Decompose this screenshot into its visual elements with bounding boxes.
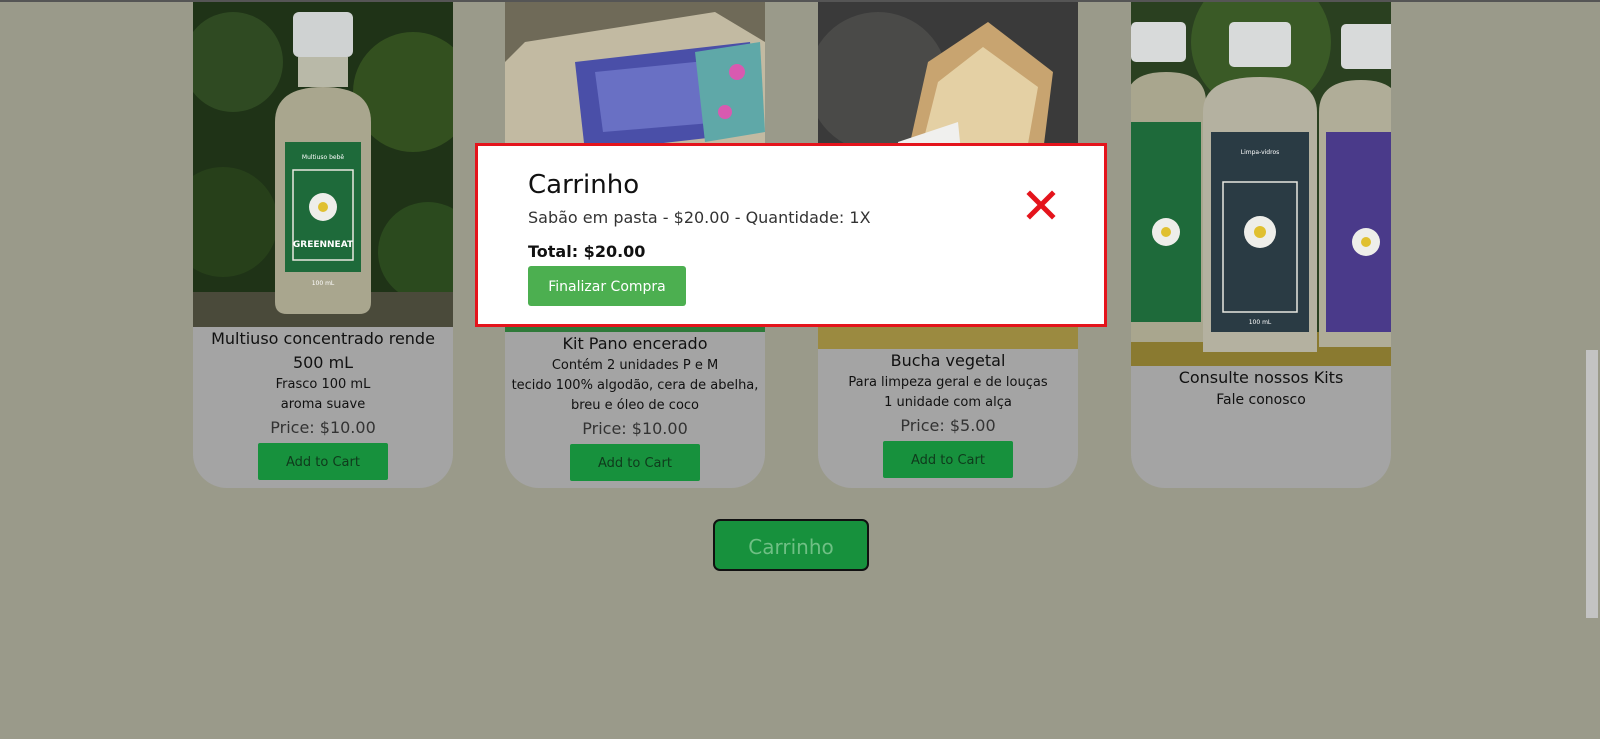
bottle-label-volume: 100 mL [312, 280, 335, 287]
close-icon[interactable] [1026, 190, 1056, 220]
product-info: Multiuso concentrado rende 500 mL Frasco… [193, 327, 453, 480]
product-desc-line: Contém 2 unidades P e M [551, 358, 719, 373]
product-desc-line: 1 unidade com alça [884, 395, 1012, 410]
product-desc-line: Fale conosco [1216, 392, 1306, 408]
add-to-cart-button[interactable]: Add to Cart [570, 444, 700, 481]
product-info: Consulte nossos Kits Fale conosco [1131, 366, 1391, 410]
bottle-label-type: Limpa-vidros [1241, 149, 1280, 156]
product-image-multiuso: GREENNEAT Multiuso bebê 100 mL [193, 2, 453, 327]
product-info: Kit Pano encerado Contém 2 unidades P e … [505, 332, 765, 481]
product-price: Price: $5.00 [900, 416, 996, 435]
product-name: Bucha vegetal [890, 351, 1006, 370]
bottle-label-brand: GREENNEAT [293, 240, 354, 250]
cart-modal: Carrinho Sabão em pasta - $20.00 - Quant… [475, 143, 1107, 327]
scrollbar-thumb[interactable] [1586, 350, 1598, 618]
cart-item-line: Sabão em pasta - $20.00 - Quantidade: 1X [528, 208, 871, 227]
product-image-kits: Limpa-vidros 100 mL [1131, 2, 1391, 366]
page-scrollbar[interactable] [1584, 2, 1600, 739]
product-desc-line: tecido 100% algodão, cera de abelha, [511, 378, 759, 393]
product-page: GREENNEAT Multiuso bebê 100 mL Multiuso … [0, 2, 1584, 739]
product-card-multiuso: GREENNEAT Multiuso bebê 100 mL Multiuso … [193, 2, 453, 488]
checkout-button[interactable]: Finalizar Compra [528, 266, 686, 306]
product-name: Consulte nossos Kits [1178, 368, 1344, 387]
product-name: Multiuso concentrado rende 500 mL [211, 329, 435, 372]
product-info: Bucha vegetal Para limpeza geral e de lo… [818, 349, 1078, 478]
product-desc-line: aroma suave [280, 397, 366, 412]
product-card-kits: Limpa-vidros 100 mL Consulte nossos Kits… [1131, 2, 1391, 488]
add-to-cart-button[interactable]: Add to Cart [258, 443, 388, 480]
product-price: Price: $10.00 [270, 418, 376, 437]
product-name: Kit Pano encerado [562, 334, 708, 353]
bottle-label-volume: 100 mL [1249, 319, 1272, 326]
product-price: Price: $10.00 [582, 419, 688, 438]
product-desc-line: Para limpeza geral e de louças [848, 375, 1048, 390]
add-to-cart-button[interactable]: Add to Cart [883, 441, 1013, 478]
cart-total: Total: $20.00 [528, 242, 646, 261]
cart-modal-title: Carrinho [528, 170, 640, 200]
product-desc-line: Frasco 100 mL [275, 377, 371, 392]
cart-toggle-button[interactable]: Carrinho [713, 519, 869, 571]
bottle-label-type: Multiuso bebê [302, 154, 344, 161]
product-desc-line: breu e óleo de coco [570, 398, 700, 413]
